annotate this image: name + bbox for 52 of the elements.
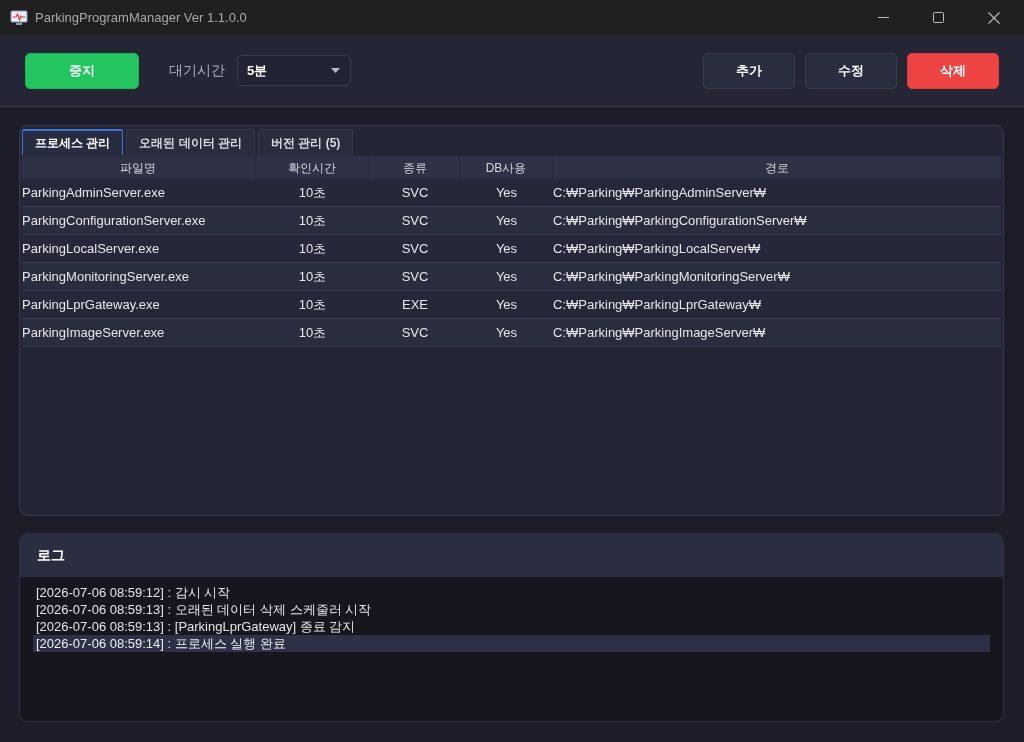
table-cell-text: C:₩Parking₩ParkingMonitoringServer₩	[553, 267, 791, 286]
table-row[interactable]: ParkingConfigurationServer.exe 10초 SVC Yes C:₩Parking₩ParkingConfigurationServer₩	[22, 207, 1001, 235]
column-header[interactable]: 경로	[553, 156, 1001, 179]
log-line[interactable]: [2026-07-06 08:59:12] : 감시 시작	[33, 584, 990, 601]
log-title: 로그	[37, 546, 65, 565]
table-cell-text: 10초	[297, 211, 328, 230]
toolbar-button[interactable]: 수정	[805, 52, 897, 89]
table-cell-text: C:₩Parking₩ParkingConfigurationServer₩	[553, 211, 808, 230]
table-cell-text: Yes	[494, 211, 519, 230]
table-cell-text: 10초	[297, 239, 328, 258]
toolbar-button[interactable]: 삭제	[907, 52, 999, 89]
table-cell-text: Yes	[494, 267, 519, 286]
table-cell-text: 10초	[297, 183, 328, 202]
toolbar-button[interactable]: 추가	[703, 52, 795, 89]
table-row[interactable]: ParkingMonitoringServer.exe 10초 SVC Yes C:₩Parking₩ParkingMonitoringServer₩	[22, 263, 1001, 291]
table-cell-text: ParkingLprGateway.exe	[22, 295, 161, 314]
table-cell-text: C:₩Parking₩ParkingAdminServer₩	[553, 183, 768, 202]
table-cell-text: SVC	[400, 267, 430, 286]
table-cell-text: ParkingMonitoringServer.exe	[22, 267, 190, 286]
log-line[interactable]: [2026-07-06 08:59:13] : 오래된 데이터 삭제 스케줄러 시작	[33, 601, 990, 618]
table-cell-text: C:₩Parking₩ParkingLprGateway₩	[553, 295, 763, 314]
table-cell-text: 10초	[297, 323, 328, 342]
tab[interactable]: 프로세스 관리	[22, 129, 124, 155]
table-cell-text: ParkingLocalServer.exe	[22, 239, 161, 258]
table-cell-text: Yes	[494, 323, 519, 342]
table-cell-text: ParkingConfigurationServer.exe	[22, 211, 207, 230]
table-cell-text: SVC	[400, 211, 430, 230]
minimize-icon	[878, 17, 889, 18]
table-cell-text: ParkingAdminServer.exe	[22, 183, 167, 202]
table-cell-text: Yes	[494, 183, 519, 202]
table-cell-text: Yes	[494, 295, 519, 314]
tab[interactable]: 오래된 데이터 관리	[126, 129, 255, 155]
table-cell-text: SVC	[400, 323, 430, 342]
table-cell-text: ParkingImageServer.exe	[22, 323, 166, 342]
wait-time-label: 대기시간	[169, 61, 225, 80]
monitor-pulse-icon	[10, 9, 28, 26]
table-cell-text: EXE	[401, 295, 429, 314]
table-cell-text: C:₩Parking₩ParkingLocalServer₩	[553, 239, 762, 258]
wait-time-dropdown[interactable]: 5분	[237, 55, 351, 86]
maximize-icon	[933, 12, 944, 23]
window-title: ParkingProgramManager Ver 1.1.0.0	[35, 8, 247, 27]
table-cell-text: 10초	[297, 295, 328, 314]
tab[interactable]: 버전 관리 (5)	[258, 129, 354, 155]
table-cell-text: SVC	[400, 239, 430, 258]
table-row[interactable]: ParkingImageServer.exe 10초 SVC Yes C:₩Parking₩ParkingImageServer₩	[22, 319, 1001, 347]
table-cell-text: C:₩Parking₩ParkingImageServer₩	[553, 323, 767, 342]
log-line[interactable]: [2026-07-06 08:59:13] : [ParkingLprGateway] 종료 감지	[33, 618, 990, 635]
close-icon	[988, 11, 1000, 24]
caret-down-icon	[331, 68, 340, 73]
table-cell-text: SVC	[400, 183, 430, 202]
table-cell-text: 10초	[297, 267, 328, 286]
table-cell-text: Yes	[494, 239, 519, 258]
